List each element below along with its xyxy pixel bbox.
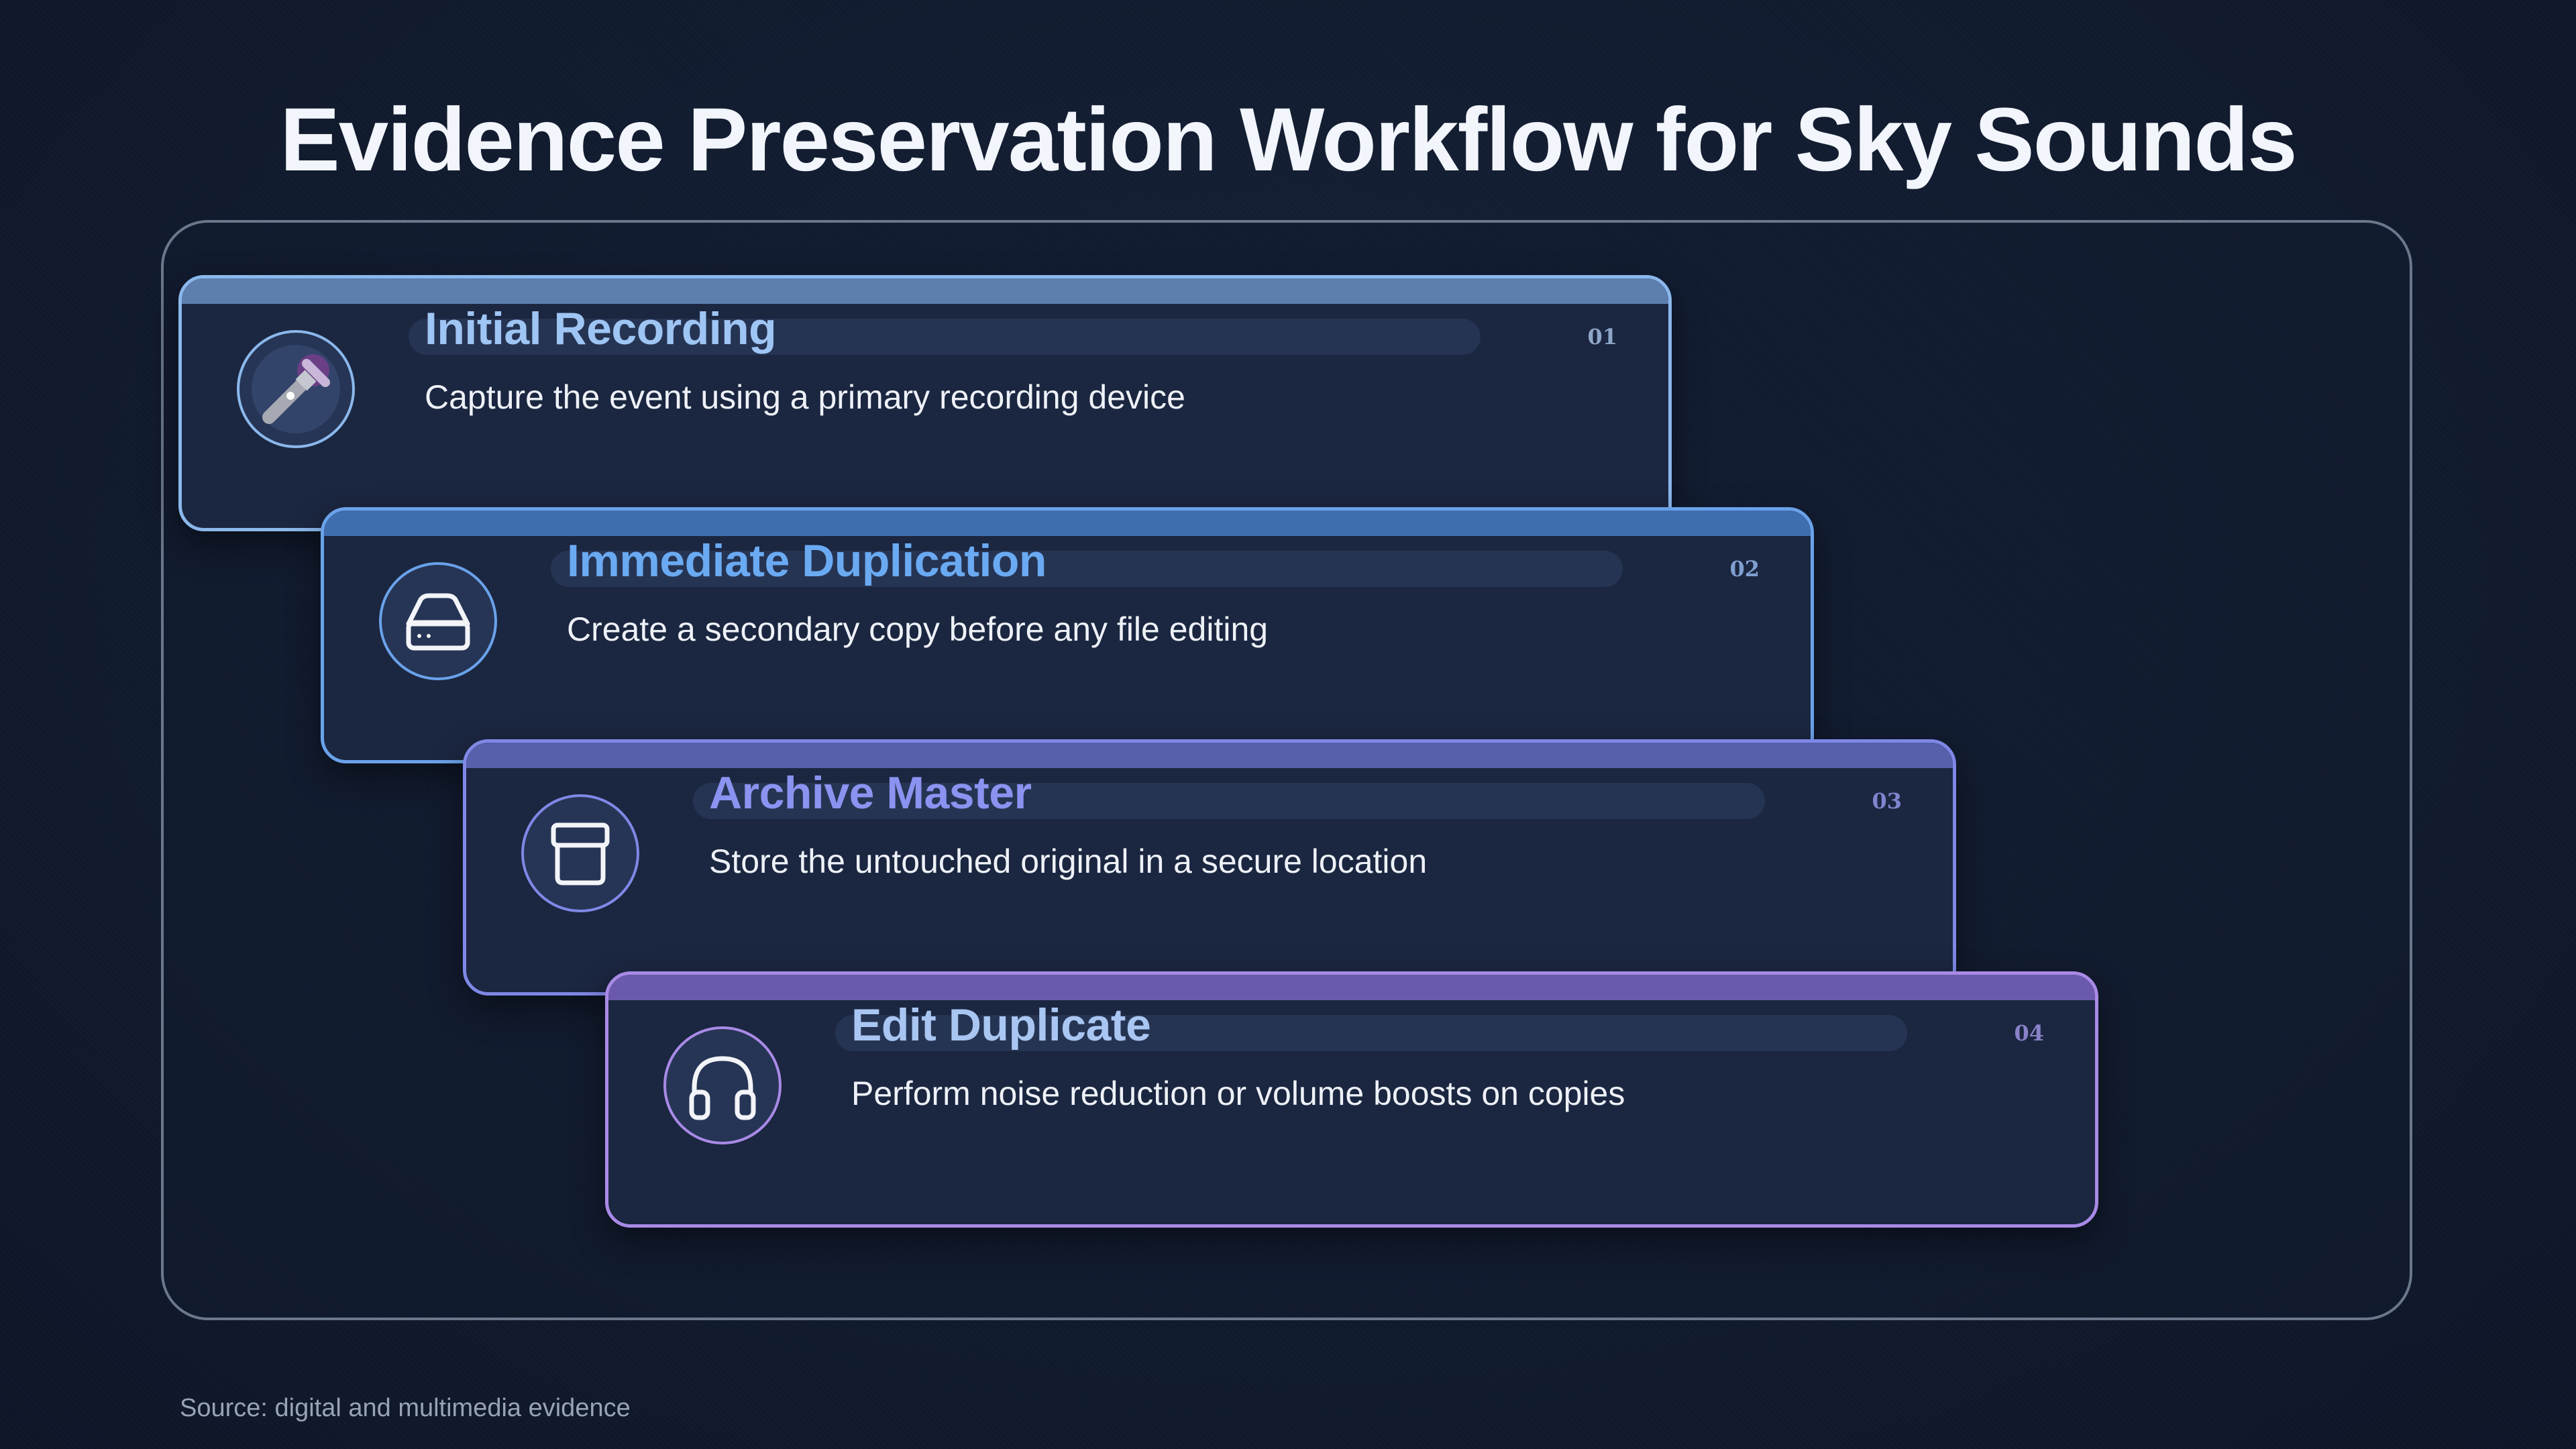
step-card-archive-master: Archive Master 03 Store the untouched or…	[463, 739, 1956, 996]
step-number: 01	[1587, 324, 1617, 350]
step-card-initial-recording: Initial Recording 01 Capture the event u…	[178, 275, 1672, 531]
step-title: Initial Recording	[425, 303, 777, 354]
source-note: Source: digital and multimedia evidence	[180, 1394, 631, 1422]
icon-circle	[379, 562, 497, 680]
page-title: Evidence Preservation Workflow for Sky S…	[280, 90, 2297, 190]
microphone-icon	[252, 345, 340, 433]
step-description: Capture the event using a primary record…	[425, 378, 1185, 416]
step-description: Create a secondary copy before any file …	[567, 610, 1269, 648]
card-top-bar	[608, 975, 2095, 1000]
step-title: Archive Master	[709, 767, 1032, 818]
step-number: 03	[1872, 788, 1902, 814]
step-card-edit-duplicate: Edit Duplicate 04 Perform noise reductio…	[605, 971, 2098, 1228]
step-title: Immediate Duplication	[567, 535, 1046, 586]
drive-icon	[406, 593, 470, 651]
step-description: Perform noise reduction or volume boosts…	[851, 1075, 1625, 1112]
step-description: Store the untouched original in a secure…	[709, 843, 1428, 880]
icon-circle	[663, 1026, 782, 1144]
card-top-bar	[182, 278, 1668, 304]
card-top-bar	[466, 743, 1953, 768]
icon-circle	[237, 330, 355, 448]
archive-box-icon	[551, 822, 610, 885]
icon-circle	[521, 794, 639, 912]
step-number: 02	[1729, 556, 1760, 582]
step-title: Edit Duplicate	[851, 1000, 1151, 1051]
step-number: 04	[2014, 1020, 2044, 1046]
step-card-immediate-duplication: Immediate Duplication 02 Create a second…	[321, 507, 1814, 763]
headphones-icon	[689, 1056, 756, 1120]
card-top-bar	[324, 511, 1811, 536]
